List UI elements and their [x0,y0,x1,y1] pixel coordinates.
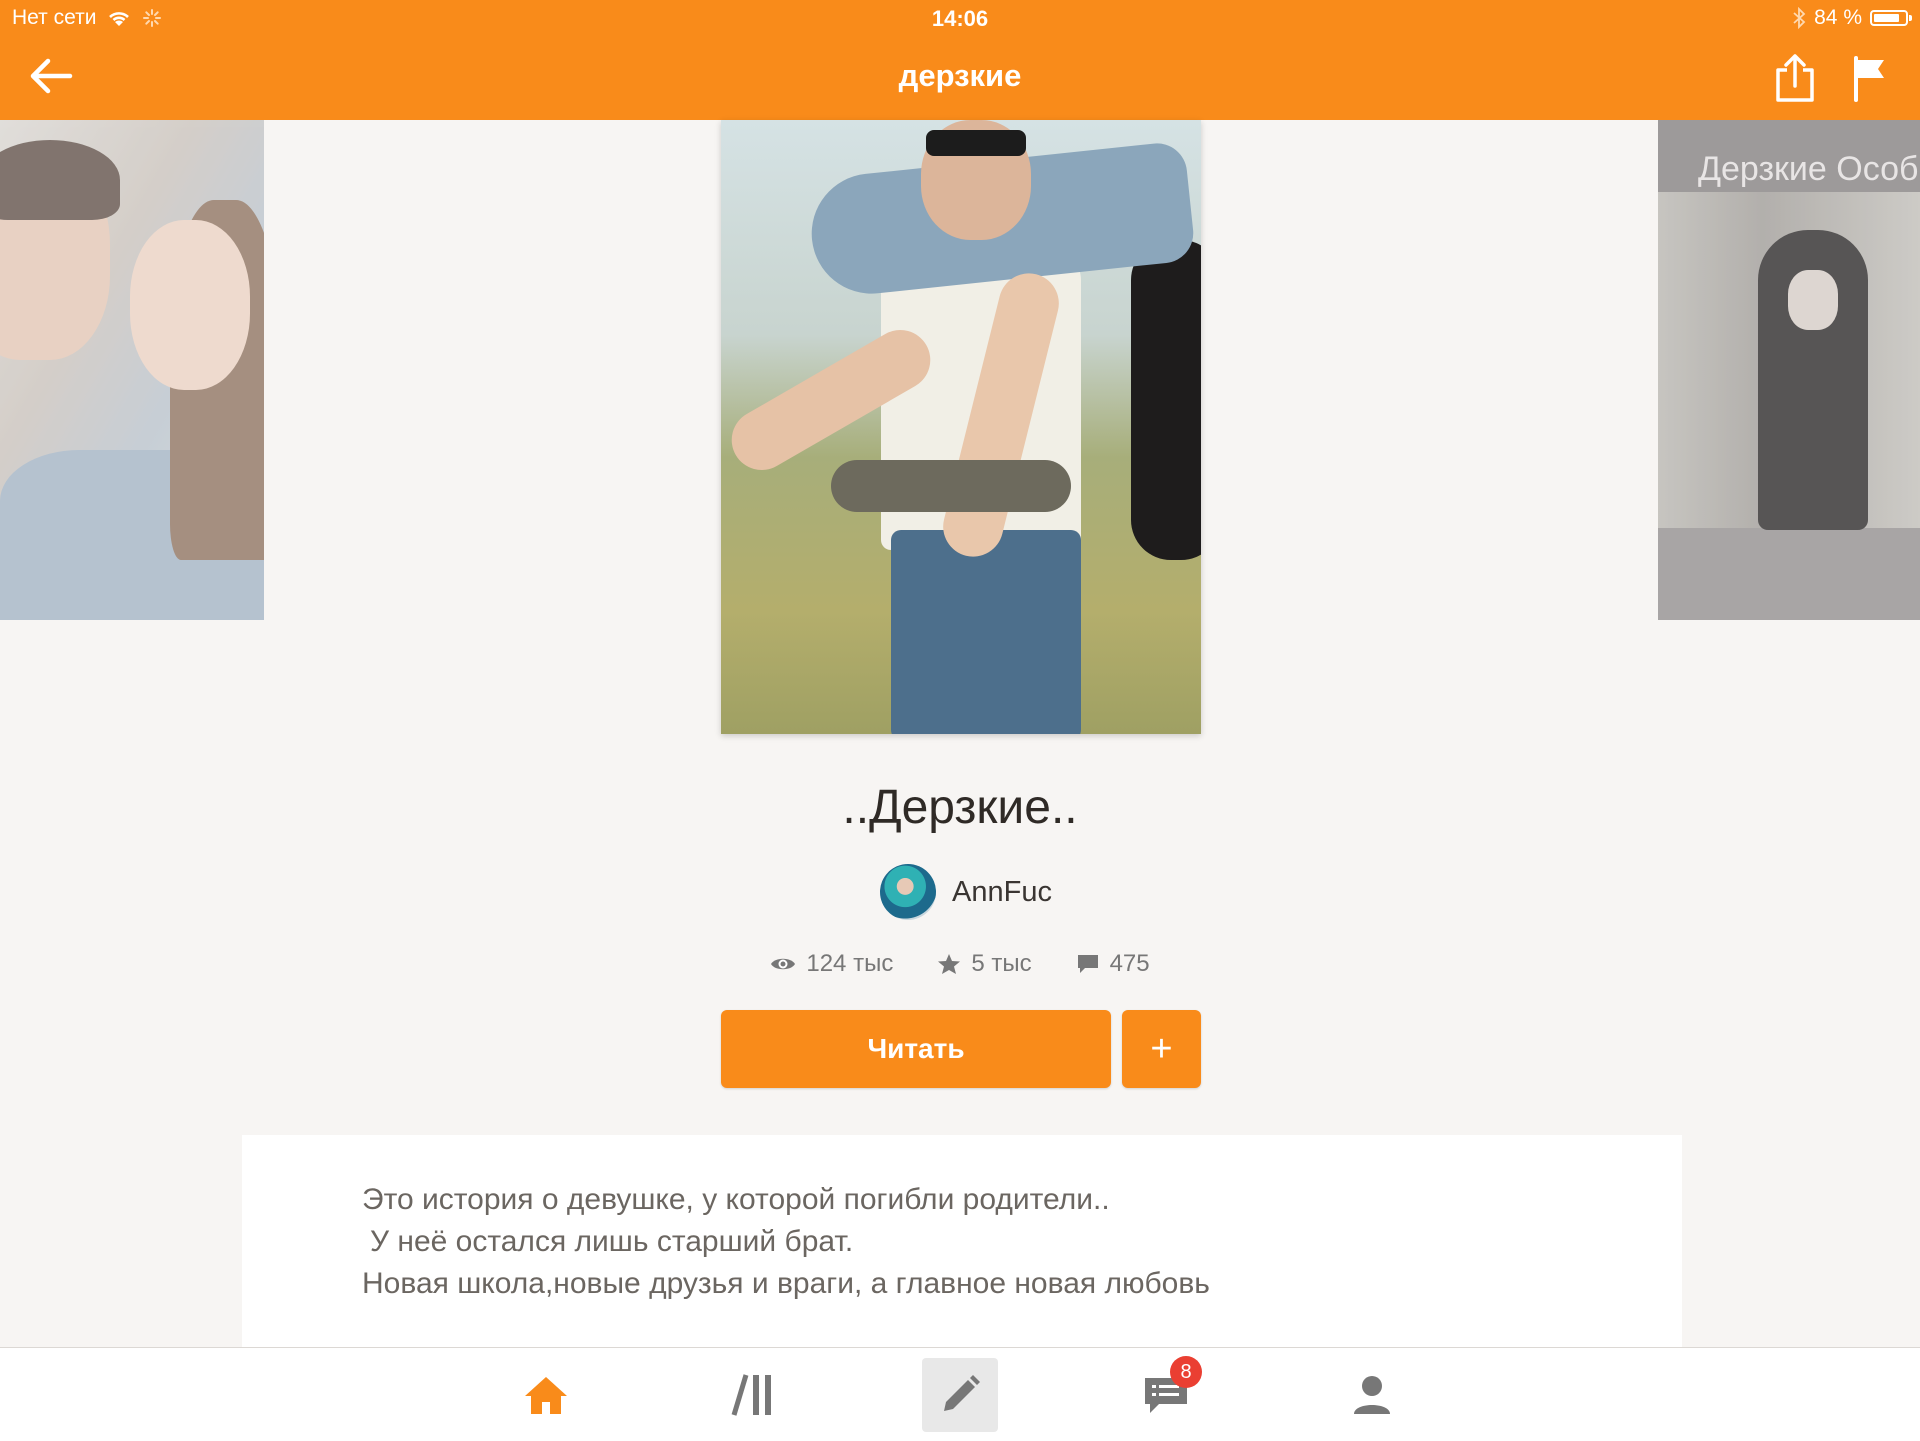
comments-stat: 475 [1076,950,1150,978]
description-line: У неё остался лишь старший брат. [370,1225,854,1258]
tab-library[interactable] [716,1358,792,1432]
tab-write[interactable] [922,1358,998,1432]
read-button[interactable]: Читать [721,1010,1111,1088]
views-stat: 124 тыс [770,950,893,978]
next-story-cover[interactable]: Дерзкие Особ [1658,120,1920,620]
share-button[interactable] [1772,52,1818,104]
eye-icon [771,958,796,970]
add-to-library-button[interactable]: + [1122,1010,1201,1088]
votes-count: 5 тыс [971,950,1032,977]
status-right: 84 % [1792,6,1912,30]
report-flag-button[interactable] [1852,56,1888,102]
author-name[interactable]: AnnFuc [952,876,1052,909]
tab-messages[interactable]: 8 [1128,1356,1204,1432]
battery-icon [1870,10,1912,26]
previous-story-cover[interactable] [0,120,264,620]
story-title: ..Дерзкие.. [842,781,1078,834]
description-line: Новая школа,новые друзья и враги, а глав… [362,1267,1210,1300]
avatar[interactable] [880,864,936,920]
story-stats: 124 тыс 5 тыс 475 [0,950,1920,978]
bluetooth-icon [1793,7,1806,29]
tab-profile[interactable] [1334,1358,1410,1432]
story-description: Это история о девушке, у которой погибли… [242,1135,1682,1347]
battery-level [1874,14,1899,22]
pencil-icon [944,1375,980,1411]
page-title: дерзкие [898,58,1022,93]
library-icon [731,1374,771,1416]
next-cover-title: Дерзкие Особ [1698,150,1919,188]
bottom-tab-bar: 8 [0,1347,1920,1441]
votes-stat: 5 тыс [937,950,1032,978]
home-icon [525,1377,567,1414]
description-line: Это история о девушке, у которой погибли… [362,1183,1110,1216]
comment-icon [1077,955,1098,973]
author[interactable]: AnnFuc [880,864,1052,920]
story-cover[interactable] [721,120,1201,734]
views-count: 124 тыс [806,950,894,977]
messages-badge: 8 [1170,1356,1202,1388]
comments-count: 475 [1109,950,1150,977]
battery-percent: 84 % [1814,6,1862,29]
tab-home[interactable] [508,1358,584,1432]
top-bar: Нет сети 14:06 84 % дерзкие [0,0,1920,120]
user-icon [1354,1376,1390,1414]
star-icon [938,954,961,974]
status-time: 14:06 [931,6,989,31]
